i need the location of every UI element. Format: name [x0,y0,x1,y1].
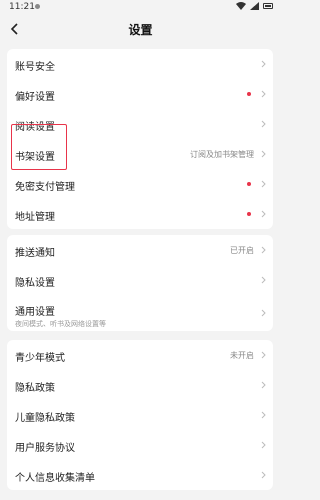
status-icons [236,2,273,10]
row-label: 账号安全 [15,62,55,73]
chevron-right-icon [261,411,266,419]
row-label: 个人信息收集清单 [15,473,95,484]
battery-icon [263,3,273,9]
chevron-right-icon [261,150,266,158]
row-teen-mode[interactable]: 青少年模式 未开启 [7,340,273,370]
notification-dot-icon [35,4,40,9]
row-privacy-policy[interactable]: 隐私政策 [7,370,273,400]
wifi-icon [236,2,246,10]
chevron-right-icon [261,180,266,188]
chevron-right-icon [261,276,266,284]
row-subtitle: 夜间模式、听书及网络设置等 [15,320,106,328]
status-bar: 11:21 [0,0,281,14]
row-label: 隐私设置 [15,278,55,289]
header: 设置 [0,14,281,44]
row-label: 青少年模式 [15,353,65,364]
row-privacy-settings[interactable]: 隐私设置 [7,265,273,295]
row-value: 已开启 [230,246,254,255]
status-time: 11:21 [9,2,35,12]
signal-icon [250,2,259,10]
row-label: 通用设置 [15,307,55,318]
settings-group-general: 推送通知 已开启 隐私设置 通用设置 夜间模式、听书及网络设置等 [7,235,273,331]
row-user-service-agreement[interactable]: 用户服务协议 [7,430,273,460]
row-account-security[interactable]: 账号安全 [7,49,273,79]
red-dot-badge [247,92,251,96]
red-dot-badge [247,182,251,186]
chevron-right-icon [261,471,266,479]
row-label: 隐私政策 [15,383,55,394]
row-label: 地址管理 [15,212,55,223]
page-title: 设置 [128,23,153,37]
red-dot-badge [247,212,251,216]
row-value: 未开启 [230,351,254,360]
row-label: 偏好设置 [15,92,55,103]
chevron-right-icon [261,351,266,359]
row-push-notifications[interactable]: 推送通知 已开启 [7,235,273,265]
chevron-right-icon [261,120,266,128]
row-label: 儿童隐私政策 [15,413,75,424]
chevron-right-icon [261,441,266,449]
row-personal-info-list[interactable]: 个人信息收集清单 [7,460,273,490]
row-password-free-payment[interactable]: 免密支付管理 [7,169,273,199]
row-preferences[interactable]: 偏好设置 [7,79,273,109]
row-label: 推送通知 [15,248,55,259]
row-child-privacy-policy[interactable]: 儿童隐私政策 [7,400,273,430]
row-value: 订阅及加书架管理 [190,150,254,159]
row-general-settings[interactable]: 通用设置 夜间模式、听书及网络设置等 [7,295,273,331]
chevron-right-icon [261,309,266,317]
chevron-right-icon [261,210,266,218]
chevron-right-icon [261,246,266,254]
row-address-management[interactable]: 地址管理 [7,199,273,229]
settings-group-policy: 青少年模式 未开启 隐私政策 儿童隐私政策 用户服务协议 个人信息收集清单 [7,340,273,490]
row-label: 免密支付管理 [15,182,75,193]
chevron-right-icon [261,60,266,68]
chevron-right-icon [261,90,266,98]
row-label: 用户服务协议 [15,443,75,454]
highlight-annotation-box [11,124,67,170]
chevron-right-icon [261,381,266,389]
